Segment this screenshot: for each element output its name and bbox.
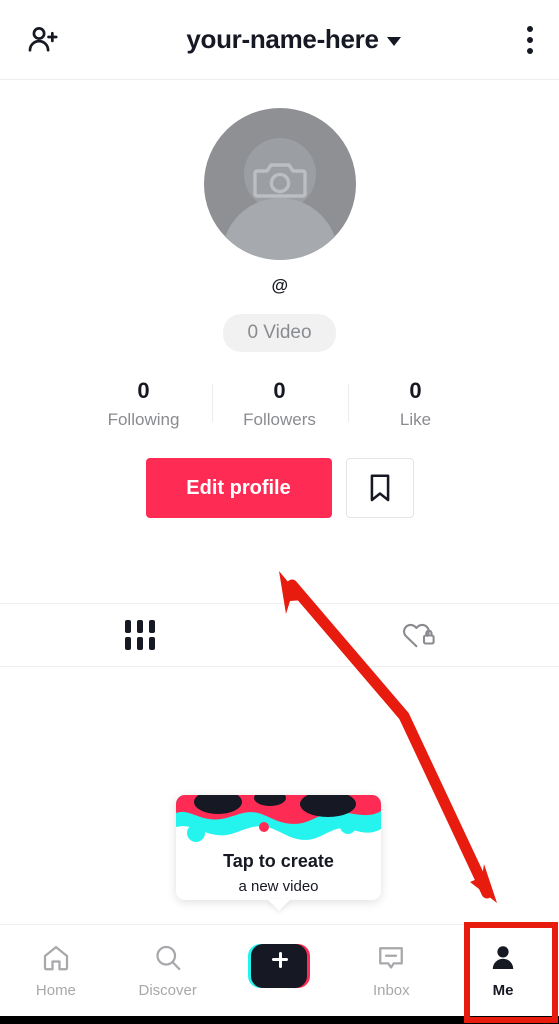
chevron-down-icon: [386, 36, 401, 46]
create-card-subtitle: a new video: [238, 878, 319, 895]
nav-label: Me: [492, 981, 514, 999]
profile-actions: Edit profile: [0, 458, 559, 518]
nav-item-inbox[interactable]: Inbox: [335, 925, 447, 1017]
camera-icon: [252, 163, 307, 198]
avatar[interactable]: [203, 108, 356, 260]
home-indicator-bar: [0, 1016, 559, 1024]
stat-following[interactable]: 0 Following: [76, 378, 212, 430]
profile-username: your-name-here: [186, 24, 379, 54]
heart-lock-icon: [403, 623, 435, 648]
create-video-tooltip[interactable]: Tap to create a new video: [176, 795, 381, 911]
tab-posts[interactable]: [0, 604, 280, 666]
stats-row: 0 Following 0 Followers 0 Like: [0, 378, 559, 430]
bookmark-icon: [370, 474, 389, 502]
home-icon: [43, 945, 69, 970]
tooltip-tail: [266, 899, 291, 911]
page-title[interactable]: your-name-here: [186, 24, 401, 55]
tab-liked-private[interactable]: [280, 604, 559, 666]
message-icon: [379, 946, 404, 969]
nav-label: Home: [35, 981, 76, 999]
video-count-badge[interactable]: 0 Video: [223, 314, 336, 352]
stat-likes[interactable]: 0 Like: [347, 378, 484, 430]
tiktok-profile-screen: your-name-here @ 0 Video 0 Following 0 F…: [0, 0, 559, 1024]
avatar-container: [0, 108, 559, 260]
create-plus-icon: [248, 944, 311, 988]
stat-value: 0: [273, 378, 286, 403]
nav-item-home[interactable]: Home: [0, 925, 112, 1017]
nav-label: Discover: [138, 981, 197, 999]
nav-item-create[interactable]: [224, 925, 336, 1017]
stat-label: Followers: [243, 410, 316, 429]
stat-value: 0: [137, 378, 150, 403]
stat-value: 0: [409, 378, 422, 403]
edit-profile-button[interactable]: Edit profile: [145, 458, 332, 518]
stat-label: Like: [399, 410, 432, 429]
card-artwork: [176, 795, 381, 845]
three-dots-vertical-icon[interactable]: [527, 25, 533, 54]
stat-label: Following: [107, 410, 180, 429]
person-icon: [492, 945, 514, 969]
add-person-icon[interactable]: [26, 23, 60, 57]
app-header: your-name-here: [0, 0, 559, 80]
grid-icon: [124, 620, 155, 650]
search-icon: [156, 945, 181, 970]
nav-label: Inbox: [372, 981, 410, 999]
profile-handle: @: [271, 276, 288, 295]
profile-section: @ 0 Video 0 Following 0 Followers 0 Like…: [0, 80, 559, 518]
bottom-navigation: Home Discover Inbox Me: [0, 924, 559, 1016]
nav-item-me[interactable]: Me: [447, 925, 559, 1017]
stat-followers[interactable]: 0 Followers: [211, 378, 348, 430]
nav-item-discover[interactable]: Discover: [112, 925, 224, 1017]
create-card-title: Tap to create: [223, 851, 334, 871]
bookmark-button[interactable]: [345, 458, 414, 518]
profile-tabs: [0, 603, 559, 667]
